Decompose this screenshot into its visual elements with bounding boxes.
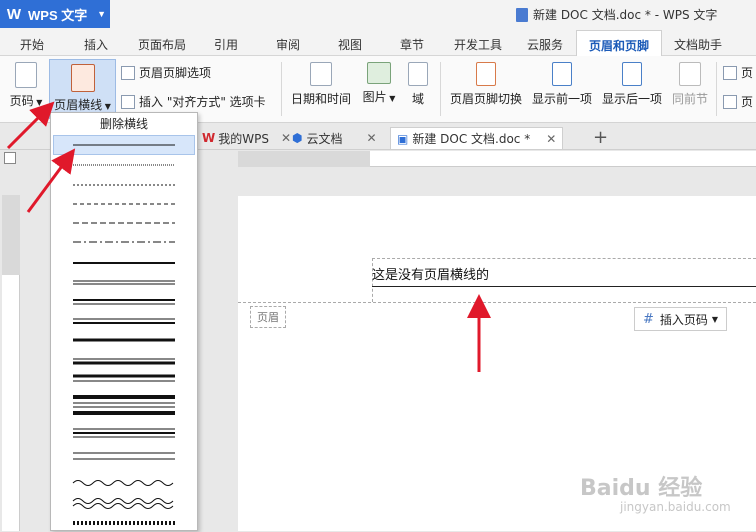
header-line-icon [70,64,95,92]
page-number-button[interactable]: 页码 ▼ [6,62,46,109]
tab-review[interactable]: 审阅 [276,36,300,53]
insert-align-tab-button[interactable]: 插入 "对齐方式" 选项卡 [121,93,266,110]
tab-current-document[interactable]: ▣ 新建 DOC 文档.doc * ✕ [390,127,564,149]
tab-references[interactable]: 引用 [214,36,238,53]
tab-page-layout[interactable]: 页面布局 [138,36,186,53]
picture-button[interactable]: 图片 ▼ [360,62,398,105]
show-next-button[interactable]: 显示后一项 [600,62,664,107]
divider [281,62,282,116]
baidu-watermark-logo: Baidu 经验 [580,476,703,501]
header-footer-switch-button[interactable]: 页眉页脚切换 [448,62,524,107]
switch-icon [476,62,496,86]
tab-my-wps[interactable]: W 我的WPS ✕ [202,127,291,149]
close-icon[interactable]: ✕ [281,131,291,145]
header-footer-options-button[interactable]: 页眉页脚选项 [121,64,211,81]
chevron-down-icon: ▼ [97,9,106,19]
tab-cloud[interactable]: 云服务 [527,36,563,53]
close-icon[interactable]: ✕ [367,131,377,145]
tab-cloud-docs[interactable]: ⬢ 云文档 ✕ [292,127,377,149]
header-line-button[interactable]: 页眉横线 ▼ [49,59,116,119]
ruler-corner[interactable] [4,152,16,164]
page-icon [723,94,737,109]
vertical-ruler[interactable] [2,195,20,531]
page-number-icon [15,62,37,88]
link-sections-icon [679,62,701,86]
tab-view[interactable]: 视图 [338,36,362,53]
header-underline [372,286,756,287]
page-icon [723,65,737,80]
baidu-watermark-url: jingyan.baidu.com [620,500,731,514]
field-icon [408,62,428,86]
wps-logo-icon: W [202,131,216,145]
close-icon[interactable]: ✕ [546,132,556,146]
line-style-list[interactable] [51,113,197,532]
tab-home[interactable]: 开始 [20,36,44,53]
document-icon [516,7,528,22]
date-time-button[interactable]: 日期和时间 [289,62,353,107]
tab-developer[interactable]: 开发工具 [454,36,502,53]
calendar-icon [310,62,332,86]
divider [440,62,441,116]
header-boundary [238,302,756,303]
header-line-dropdown: 删除横线 [50,112,198,531]
horizontal-ruler[interactable] [238,151,756,167]
tab-doc-assistant[interactable]: 文档助手 [674,36,722,53]
tab-header-footer[interactable]: 页眉和页脚 [576,30,663,57]
tab-section[interactable]: 章节 [400,36,424,53]
next-icon [622,62,642,86]
app-name: WPS 文字 [28,7,88,23]
header-text[interactable]: 这是没有页眉横线的 [372,264,489,283]
options-icon [121,65,135,80]
chevron-down-icon: ▼ [711,314,719,324]
previous-icon [552,62,572,86]
divider [716,62,717,116]
wps-app-menu-button[interactable]: W WPS 文字 ▼ [0,0,110,28]
cube-icon: ⬢ [292,131,303,145]
title-bar: W WPS 文字 ▼ 新建 DOC 文档.doc * - WPS 文字 [0,0,756,30]
ribbon-cut-button-2[interactable]: 页 [723,93,753,110]
window-title: 新建 DOC 文档.doc * - WPS 文字 [516,6,717,23]
tab-insert[interactable]: 插入 [84,36,108,53]
insert-page-number-button[interactable]: # 插入页码 ▼ [634,307,728,331]
wps-logo-icon: W [6,5,22,23]
same-as-previous-button[interactable]: 同前节 [670,62,710,107]
field-button[interactable]: 域 [405,62,431,107]
new-tab-plus-icon[interactable]: + [593,127,608,148]
document-icon: ▣ [397,131,409,146]
show-previous-button[interactable]: 显示前一项 [530,62,594,107]
insert-tab-icon [121,94,135,109]
header-label: 页眉 [250,306,286,328]
hash-icon: # [643,311,654,327]
picture-icon [367,62,391,84]
menu-bar: 开始 插入 页面布局 引用 审阅 视图 章节 开发工具 云服务 页眉和页脚 文档… [0,30,756,57]
ribbon-cut-button-1[interactable]: 页 [723,64,753,81]
